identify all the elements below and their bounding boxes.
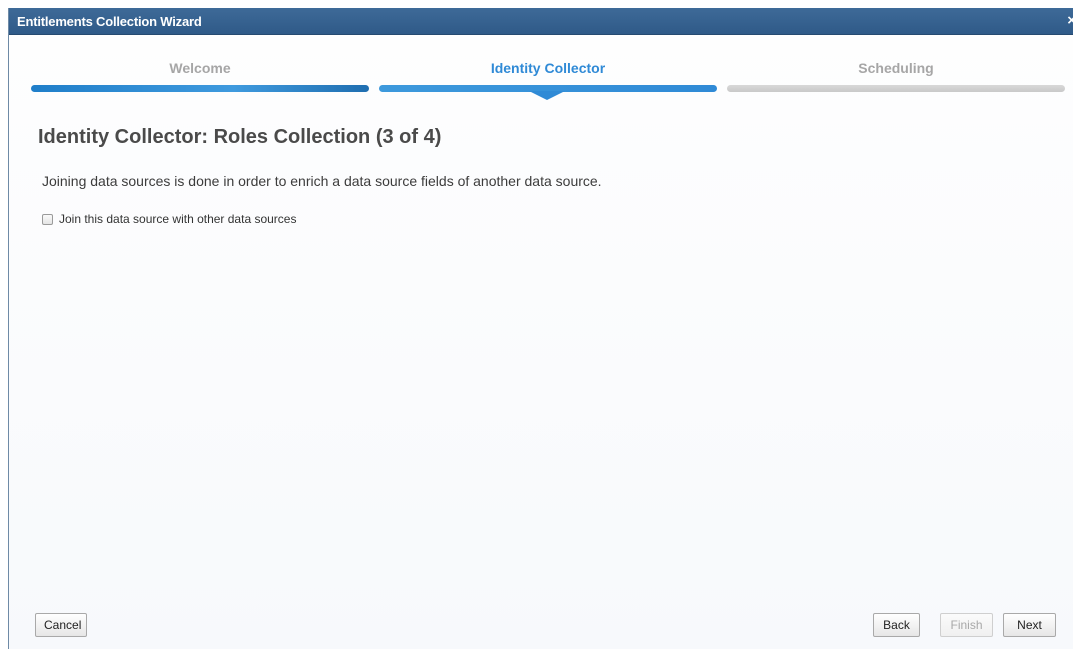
join-data-sources-label[interactable]: Join this data source with other data so… [59, 212, 296, 226]
step-label-welcome: Welcome [169, 60, 231, 76]
step-identity-collector: Identity Collector [379, 60, 717, 100]
page-title: Identity Collector: Roles Collection (3 … [38, 126, 442, 148]
step-pointer-icon [529, 91, 565, 100]
title-bar: Entitlements Collection Wizard × [9, 8, 1073, 35]
wizard-steps: Welcome Identity Collector Scheduling [31, 60, 1065, 100]
page-description: Joining data sources is done in order to… [42, 173, 602, 189]
next-button[interactable]: Next [1003, 613, 1056, 637]
close-icon[interactable]: × [1067, 12, 1073, 29]
wizard-dialog: Entitlements Collection Wizard × Welcome… [8, 8, 1073, 649]
cancel-button[interactable]: Cancel [35, 613, 87, 637]
step-progress-bar-scheduling [727, 85, 1065, 92]
step-scheduling: Scheduling [727, 60, 1065, 100]
finish-button[interactable]: Finish [940, 613, 993, 637]
step-label-identity-collector: Identity Collector [490, 60, 606, 76]
step-welcome: Welcome [31, 60, 369, 100]
join-option[interactable]: Join this data source with other data so… [42, 211, 296, 227]
step-label-scheduling: Scheduling [858, 60, 934, 76]
window-title: Entitlements Collection Wizard [17, 14, 202, 29]
back-button[interactable]: Back [873, 613, 920, 637]
step-progress-bar-welcome [31, 85, 369, 92]
join-data-sources-checkbox[interactable] [42, 213, 53, 225]
